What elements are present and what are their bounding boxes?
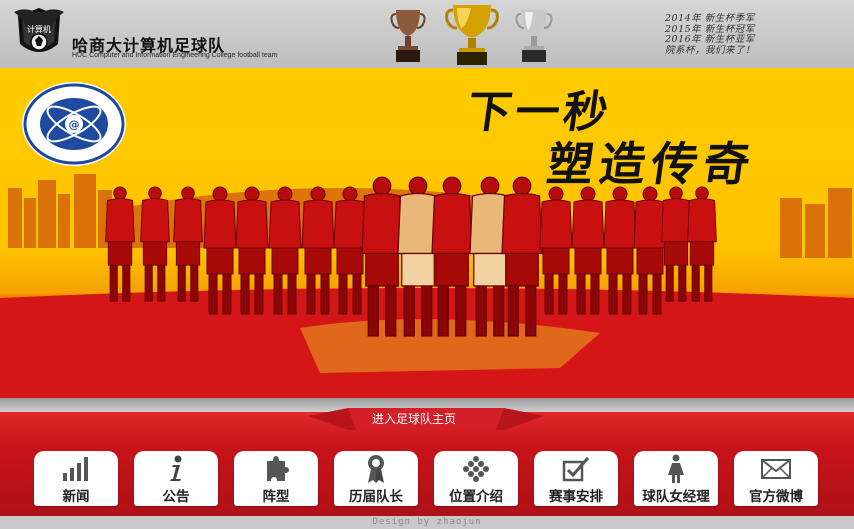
nav-button-label: 位置介绍 [449,489,503,505]
player-silhouette [173,186,203,302]
nav-button-label: 赛事安排 [549,489,603,505]
puzzle-icon [267,456,289,481]
nav-button-label: 公告 [162,489,190,505]
woman-icon [668,454,684,483]
award-ribbon-icon [368,455,384,483]
achievement-item: 院系杯，我们来了！ [665,44,756,56]
achievements-list: 2014年 新生杯季军 2015年 新生杯冠军 2016年 新生杯亚军 院系杯，… [665,13,851,56]
achievement-item: 2014年 新生杯季军 [665,13,755,24]
nav-button-label: 球队女经理 [642,489,710,505]
nav-button-positions[interactable]: 位置介绍 [434,451,518,506]
info-icon [170,455,182,481]
player-silhouette [105,186,135,302]
college-logo: @ [22,82,126,166]
nav-button-label: 官方微博 [749,489,803,505]
design-credit: Design by zhaojun [372,517,482,527]
nav-button-notice[interactable]: 公告 [134,451,218,506]
gold-trophy-icon [445,5,499,65]
nav-button-formation[interactable]: 阵型 [234,451,318,506]
badge-text: 计算机 [27,24,51,34]
bar-chart-icon [63,457,88,481]
mail-icon [761,459,791,479]
nav-button-label: 历届队长 [349,489,403,505]
enter-homepage-label[interactable]: 进入足球队主页 [372,412,472,427]
nav-button-news[interactable]: 新闻 [34,451,118,506]
nav-button-weibo[interactable]: 官方微博 [734,451,818,506]
header: 计算机 哈商大计算机足球队 HUC Computer and Informati… [0,0,854,68]
bronze-trophy-icon [390,10,426,62]
nav-button-manager[interactable]: 球队女经理 [634,451,718,506]
silver-trophy-icon [515,10,553,62]
checkbox-icon [562,457,590,482]
player-silhouette [140,186,170,302]
nav-button-label: 阵型 [262,489,290,505]
hero-banner: @ 下一秒 塑造传奇 [0,68,854,398]
player-silhouette [687,186,717,302]
nav-button-schedule[interactable]: 赛事安排 [534,451,618,506]
team-subtitle: HUC Computer and Information Engineering… [72,52,278,59]
nav-button-label: 新闻 [62,489,90,505]
achievement-item: 2016年 新生杯亚军 [665,34,755,45]
svg-text:@: @ [69,118,80,131]
nav-button-captains[interactable]: 历届队长 [334,451,418,506]
grid-dots-icon [463,456,489,482]
team-photo [0,174,854,398]
team-badge-icon: 计算机 [14,8,64,52]
player-silhouette [661,186,691,302]
